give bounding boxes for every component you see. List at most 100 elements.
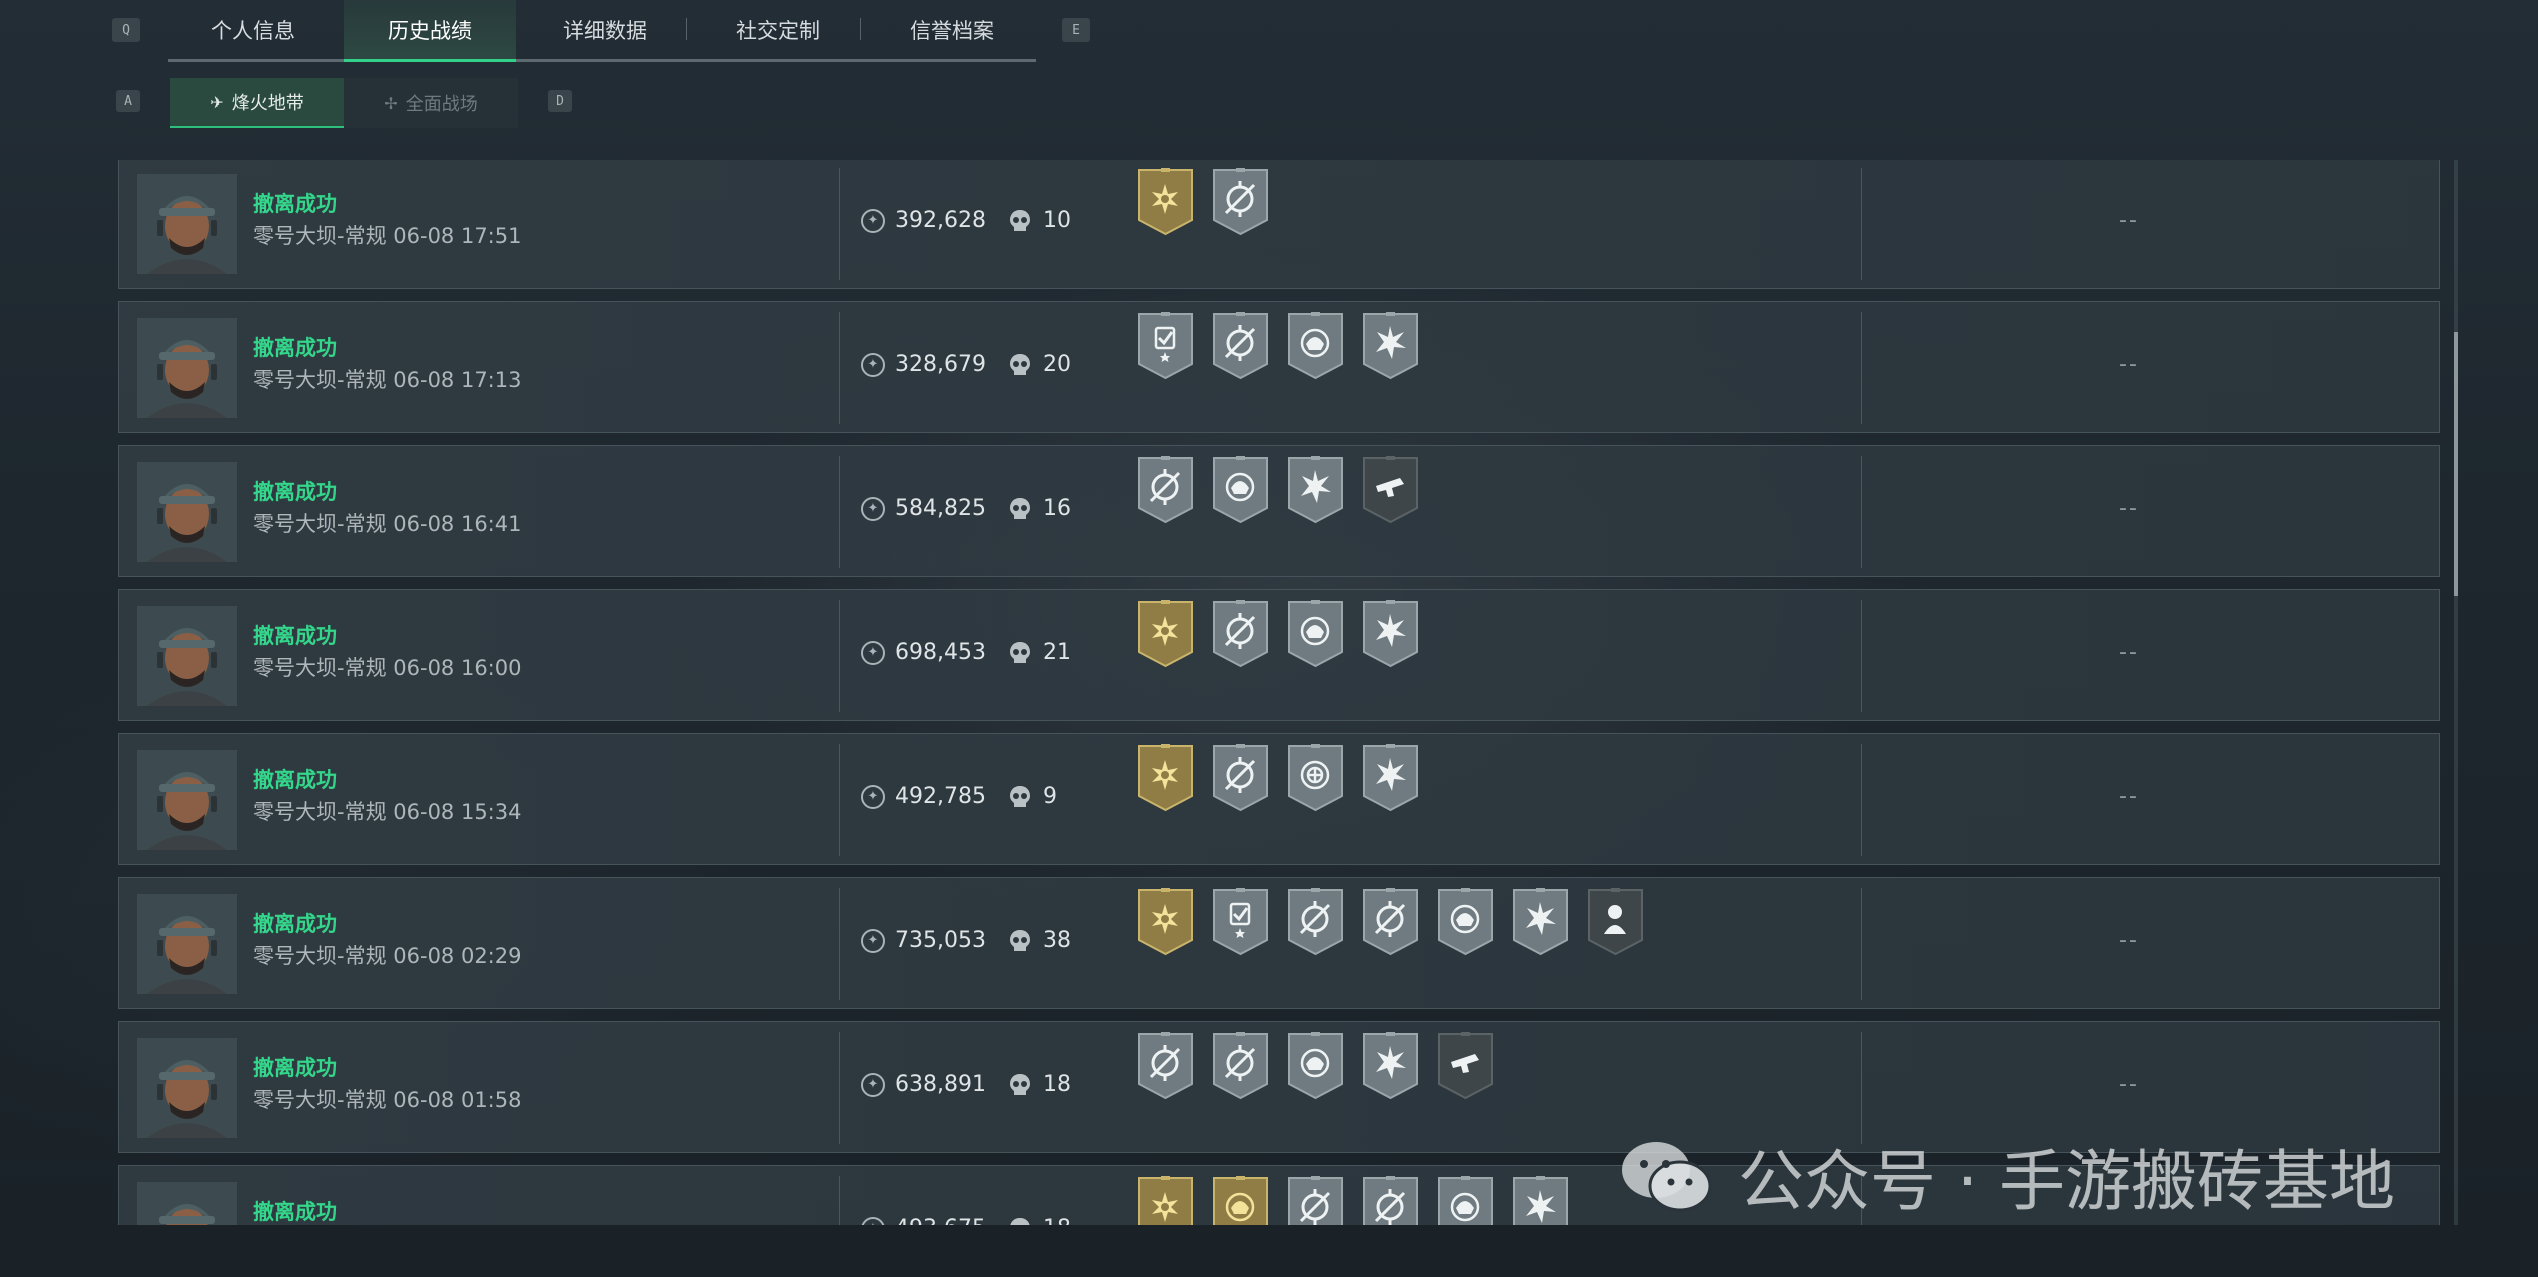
gun-badge-icon[interactable] [1437, 1032, 1494, 1100]
burst-badge-icon[interactable] [1362, 1032, 1419, 1100]
crosshair-badge-icon[interactable] [1287, 1176, 1344, 1225]
match-row[interactable]: 撤离成功 零号大坝-常规 06-08 02:29 ✦ 735,053 38 -- [118, 877, 2440, 1009]
match-row[interactable]: 撤离成功 零号大坝-常规 06-08 16:00 ✦ 698,453 21 -- [118, 589, 2440, 721]
tab-social-custom[interactable]: 社交定制 [694, 0, 862, 59]
match-row[interactable]: 撤离成功 零号大坝-常规 06-08 15:34 ✦ 492,785 9 -- [118, 733, 2440, 865]
medal-badge-icon[interactable] [1287, 744, 1344, 812]
currency-icon: ✦ [861, 1072, 885, 1097]
map-and-time: 零号大坝-常规 06-08 17:13 [253, 364, 521, 394]
crosshair-badge-icon[interactable] [1287, 888, 1344, 956]
key-hint-a: A [116, 90, 140, 112]
match-time: 06-08 01:58 [393, 1088, 522, 1112]
gold-star-badge-icon[interactable] [1137, 600, 1194, 668]
gold-star-badge-icon[interactable] [1137, 168, 1194, 236]
extraction-status: 撤离成功 [253, 336, 337, 360]
kill-count: 38 [1009, 928, 1071, 953]
watermark-text: 公众号 · 手游搬砖基地 [1738, 1143, 2395, 1220]
operator-avatar [137, 462, 237, 562]
key-hint-d: D [548, 90, 572, 112]
top-tab-strip: 个人信息 历史战绩 详细数据 社交定制 信誉档案 [168, 0, 1036, 62]
column-divider [1861, 168, 1862, 280]
burst-badge-icon[interactable] [1512, 1176, 1569, 1225]
gold-helmet-badge-icon[interactable] [1212, 1176, 1269, 1225]
map-name: 零号大坝-常规 [253, 368, 387, 392]
scrollbar-thumb[interactable] [2454, 332, 2458, 596]
operator-avatar [137, 1182, 237, 1225]
value-amount: 735,053 [895, 928, 986, 953]
subtab-hazard-zone-label: 烽火地带 [231, 93, 304, 114]
match-row[interactable]: 撤离成功 零号大坝-常规 06-08 16:41 ✦ 584,825 16 -- [118, 445, 2440, 577]
match-row[interactable]: 撤离成功 零号大坝-常规 06-08 17:13 ✦ 328,679 20 -- [118, 301, 2440, 433]
kill-number: 21 [1043, 640, 1071, 665]
gold-star-badge-icon[interactable] [1137, 1176, 1194, 1225]
kill-number: 10 [1043, 208, 1071, 233]
match-time: 06-08 17:13 [393, 368, 522, 392]
value-amount: 328,679 [895, 352, 986, 377]
clipboard-badge-icon[interactable] [1212, 888, 1269, 956]
tab-separator [860, 18, 861, 40]
extraction-status: 撤离成功 [253, 1200, 337, 1224]
achievement-badges [1137, 744, 1419, 812]
helmet-badge-icon[interactable] [1212, 456, 1269, 524]
kill-count: 16 [1009, 496, 1071, 521]
gun-badge-icon[interactable] [1362, 456, 1419, 524]
map-name: 零号大坝-常规 [253, 944, 387, 968]
operator-avatar [137, 174, 237, 274]
skull-icon [1010, 929, 1030, 951]
column-divider [839, 1176, 840, 1225]
burst-badge-icon[interactable] [1287, 456, 1344, 524]
subtab-full-battlefield[interactable]: ✢ 全面战场 [344, 78, 518, 128]
helmet-badge-icon[interactable] [1287, 1032, 1344, 1100]
crosshair-badge-icon[interactable] [1362, 1176, 1419, 1225]
tab-reputation[interactable]: 信誉档案 [868, 0, 1036, 59]
crosshair-badge-icon[interactable] [1137, 1032, 1194, 1100]
helmet-badge-icon[interactable] [1437, 1176, 1494, 1225]
burst-badge-icon[interactable] [1512, 888, 1569, 956]
helmet-badge-icon[interactable] [1287, 312, 1344, 380]
soldier-badge-icon[interactable] [1587, 888, 1644, 956]
scrollbar-track[interactable] [2454, 160, 2458, 1225]
map-and-time: 零号大坝-常规 06-08 16:00 [253, 652, 521, 682]
skull-icon [1010, 1073, 1030, 1095]
achievement-badges [1137, 888, 1644, 956]
clipboard-badge-icon[interactable] [1137, 312, 1194, 380]
tab-detailed-data[interactable]: 详细数据 [522, 0, 688, 59]
match-time: 06-08 15:34 [393, 800, 522, 824]
map-and-time: 零号大坝-常规 06-08 17:51 [253, 220, 521, 250]
crosshair-badge-icon[interactable] [1212, 168, 1269, 236]
subtab-hazard-zone[interactable]: ✈ 烽火地带 [170, 78, 344, 128]
crosshair-badge-icon[interactable] [1212, 312, 1269, 380]
column-divider [1861, 312, 1862, 424]
gold-star-badge-icon[interactable] [1137, 888, 1194, 956]
tab-match-history[interactable]: 历史战绩 [344, 0, 516, 62]
match-row[interactable]: 撤离成功 零号大坝-常规 06-08 17:51 ✦ 392,628 10 -- [118, 160, 2440, 289]
extra-info: -- [2119, 928, 2139, 953]
burst-badge-icon[interactable] [1362, 312, 1419, 380]
helmet-badge-icon[interactable] [1287, 600, 1344, 668]
drone-icon: ✈ [210, 92, 224, 112]
crosshair-badge-icon[interactable] [1137, 456, 1194, 524]
extra-info: -- [2119, 640, 2139, 665]
operator-avatar [137, 1038, 237, 1138]
extra-info: -- [2119, 208, 2139, 233]
extra-info: -- [2119, 352, 2139, 377]
key-hint-e: E [1062, 18, 1090, 42]
burst-badge-icon[interactable] [1362, 600, 1419, 668]
wechat-icon [1622, 1142, 1712, 1212]
kill-count: 18 [1009, 1072, 1071, 1097]
crosshair-badge-icon[interactable] [1212, 1032, 1269, 1100]
helmet-badge-icon[interactable] [1437, 888, 1494, 956]
crosshair-badge-icon[interactable] [1212, 744, 1269, 812]
burst-badge-icon[interactable] [1362, 744, 1419, 812]
currency-icon: ✦ [861, 640, 885, 665]
crosshair-badge-icon[interactable] [1362, 888, 1419, 956]
column-divider [839, 744, 840, 856]
gold-star-badge-icon[interactable] [1137, 744, 1194, 812]
currency-icon: ✦ [861, 1216, 885, 1225]
match-history-list[interactable]: 撤离成功 零号大坝-常规 06-08 17:51 ✦ 392,628 10 -- 撤离成功零… [118, 160, 2462, 1225]
watermark: 公众号 · 手游搬砖基地 [1616, 1128, 2395, 1224]
tab-personal-info[interactable]: 个人信息 [168, 0, 338, 59]
currency-icon: ✦ [861, 496, 885, 521]
crosshair-badge-icon[interactable] [1212, 600, 1269, 668]
value-amount: 698,453 [895, 640, 986, 665]
